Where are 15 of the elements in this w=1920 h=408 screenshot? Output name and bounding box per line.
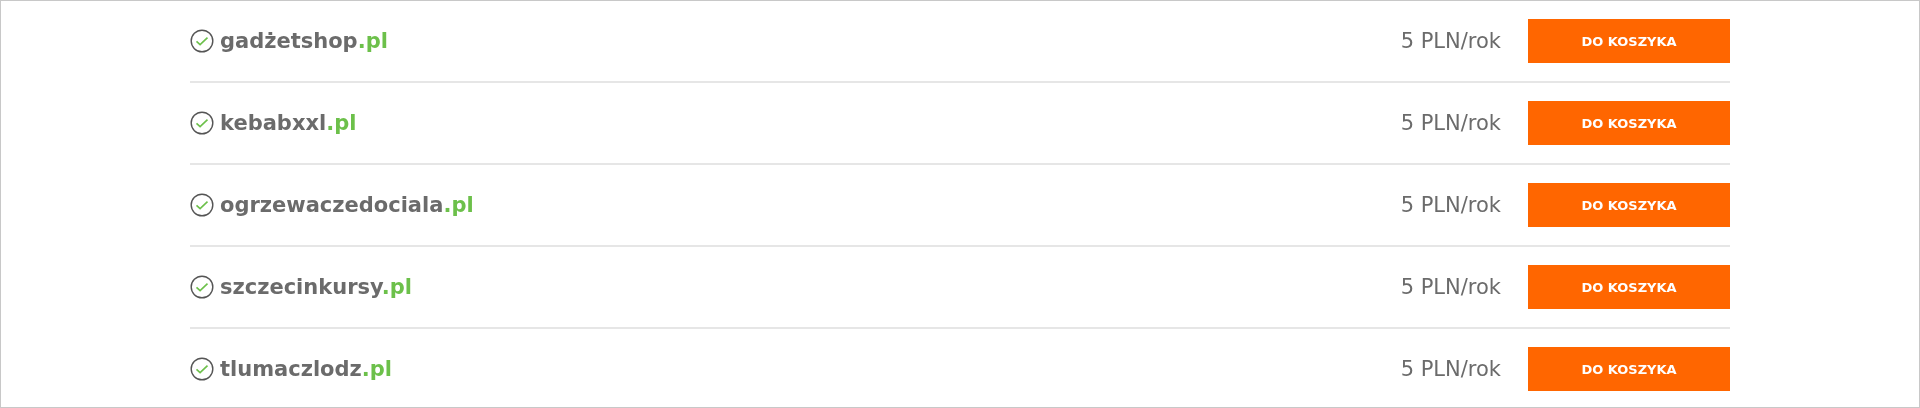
- domain-name: ogrzewaczedociala.pl: [220, 193, 474, 217]
- domain-name: gadżetshop.pl: [220, 29, 388, 53]
- price: 5 PLN/rok: [1400, 193, 1501, 217]
- domain-name: kebabxxl.pl: [220, 111, 357, 135]
- price: 5 PLN/rok: [1400, 29, 1501, 53]
- price: 5 PLN/rok: [1400, 357, 1501, 381]
- domain-name: szczecinkursy.pl: [220, 275, 412, 299]
- domain-name: tlumaczlodz.pl: [220, 357, 392, 381]
- add-to-cart-button[interactable]: DO KOSZYKA: [1528, 265, 1730, 309]
- add-to-cart-button[interactable]: DO KOSZYKA: [1528, 347, 1730, 391]
- add-to-cart-button[interactable]: DO KOSZYKA: [1528, 183, 1730, 227]
- add-to-cart-button[interactable]: DO KOSZYKA: [1528, 19, 1730, 63]
- add-to-cart-button[interactable]: DO KOSZYKA: [1528, 101, 1730, 145]
- price: 5 PLN/rok: [1400, 111, 1501, 135]
- price: 5 PLN/rok: [1400, 275, 1501, 299]
